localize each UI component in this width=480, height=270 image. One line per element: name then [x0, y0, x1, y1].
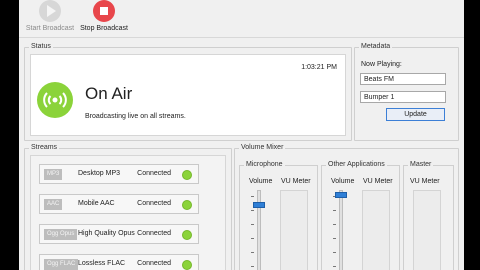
- stream-name: Desktop MP3: [78, 170, 121, 177]
- microphone-vu-meter: [280, 190, 308, 270]
- other-applications-channel: Other Applications Volume VU Meter: [321, 161, 400, 270]
- stream-item: Ogg FLAC Lossless FLAC Connected: [39, 254, 199, 270]
- microphone-channel: Microphone Volume VU Meter: [239, 161, 318, 270]
- slider-tick: [333, 224, 336, 225]
- stream-status: Connected: [137, 170, 171, 177]
- streams-group-title: Streams: [29, 144, 60, 151]
- play-icon: [39, 0, 61, 22]
- master-vu-meter: [413, 190, 441, 270]
- metadata-group: Metadata Now Playing: Beats FM Bumper 1 …: [354, 43, 459, 141]
- master-title: Master: [408, 161, 434, 168]
- other-apps-volume-slider[interactable]: [335, 192, 347, 198]
- streams-list: MP3 Desktop MP3 Connected AAC Mobile AAC…: [30, 155, 226, 270]
- status-dot-icon: [182, 170, 192, 180]
- microphone-vu-label: VU Meter: [281, 178, 311, 185]
- microphone-volume-label: Volume: [249, 178, 273, 185]
- toolbar-divider: [19, 37, 464, 38]
- stream-status: Connected: [137, 200, 171, 207]
- broadcast-window: Start Broadcast Stop Broadcast Status 1:…: [19, 0, 464, 270]
- status-dot-icon: [182, 200, 192, 210]
- status-dot-icon: [182, 260, 192, 270]
- start-broadcast-label: Start Broadcast: [25, 25, 75, 32]
- slider-tick: [251, 224, 254, 225]
- slider-tick: [333, 210, 336, 211]
- stream-status: Connected: [137, 260, 171, 267]
- other-apps-vu-meter: [362, 190, 390, 270]
- stream-format-badge: AAC: [44, 199, 63, 210]
- slider-tick: [333, 252, 336, 253]
- master-vu-label: VU Meter: [410, 178, 440, 185]
- now-playing-label: Now Playing:: [361, 61, 402, 68]
- now-playing-field-1[interactable]: Beats FM: [360, 73, 446, 85]
- stream-name: High Quality Opus: [78, 230, 135, 237]
- other-applications-title: Other Applications: [326, 161, 387, 168]
- stream-format-badge: Ogg FLAC: [44, 259, 79, 270]
- other-apps-volume-label: Volume: [331, 178, 355, 185]
- update-button[interactable]: Update: [386, 108, 445, 121]
- master-channel: Master VU Meter: [403, 161, 454, 270]
- stream-status: Connected: [137, 230, 171, 237]
- metadata-group-title: Metadata: [359, 43, 393, 50]
- stream-item: Ogg Opus High Quality Opus Connected: [39, 224, 199, 244]
- status-time: 1:03:21 PM: [301, 64, 337, 71]
- status-message: Broadcasting live on all streams.: [85, 113, 186, 120]
- volume-mixer-title: Volume Mixer: [239, 144, 286, 151]
- on-air-label: On Air: [85, 84, 133, 103]
- microphone-title: Microphone: [244, 161, 285, 168]
- slider-tick: [333, 266, 336, 267]
- stop-broadcast-label: Stop Broadcast: [80, 25, 128, 32]
- slider-tick: [251, 210, 254, 211]
- stop-broadcast-button[interactable]: Stop Broadcast: [74, 0, 134, 36]
- stream-item: MP3 Desktop MP3 Connected: [39, 164, 199, 184]
- status-group: Status 1:03:21 PM On Air Broadcasting li…: [24, 43, 352, 141]
- stream-item: AAC Mobile AAC Connected: [39, 194, 199, 214]
- slider-tick: [251, 196, 254, 197]
- stop-icon: [93, 0, 115, 22]
- slider-tick: [251, 266, 254, 267]
- broadcast-icon: [36, 81, 74, 119]
- other-apps-vu-label: VU Meter: [363, 178, 393, 185]
- now-playing-field-2[interactable]: Bumper 1: [360, 91, 446, 103]
- streams-group: Streams MP3 Desktop MP3 Connected AAC Mo…: [24, 144, 232, 270]
- start-broadcast-button[interactable]: Start Broadcast: [20, 0, 80, 36]
- stream-name: Mobile AAC: [78, 200, 115, 207]
- stream-format-badge: MP3: [44, 169, 63, 180]
- volume-mixer-group: Volume Mixer Microphone Volume VU Meter …: [234, 144, 459, 270]
- status-group-title: Status: [29, 43, 53, 50]
- slider-tick: [333, 238, 336, 239]
- microphone-volume-slider[interactable]: [253, 202, 265, 208]
- status-dot-icon: [182, 230, 192, 240]
- stream-format-badge: Ogg Opus: [44, 229, 78, 240]
- stream-name: Lossless FLAC: [78, 260, 126, 267]
- status-panel: 1:03:21 PM On Air Broadcasting live on a…: [30, 54, 346, 136]
- slider-tick: [251, 252, 254, 253]
- other-apps-volume-track: [339, 190, 343, 270]
- slider-tick: [251, 238, 254, 239]
